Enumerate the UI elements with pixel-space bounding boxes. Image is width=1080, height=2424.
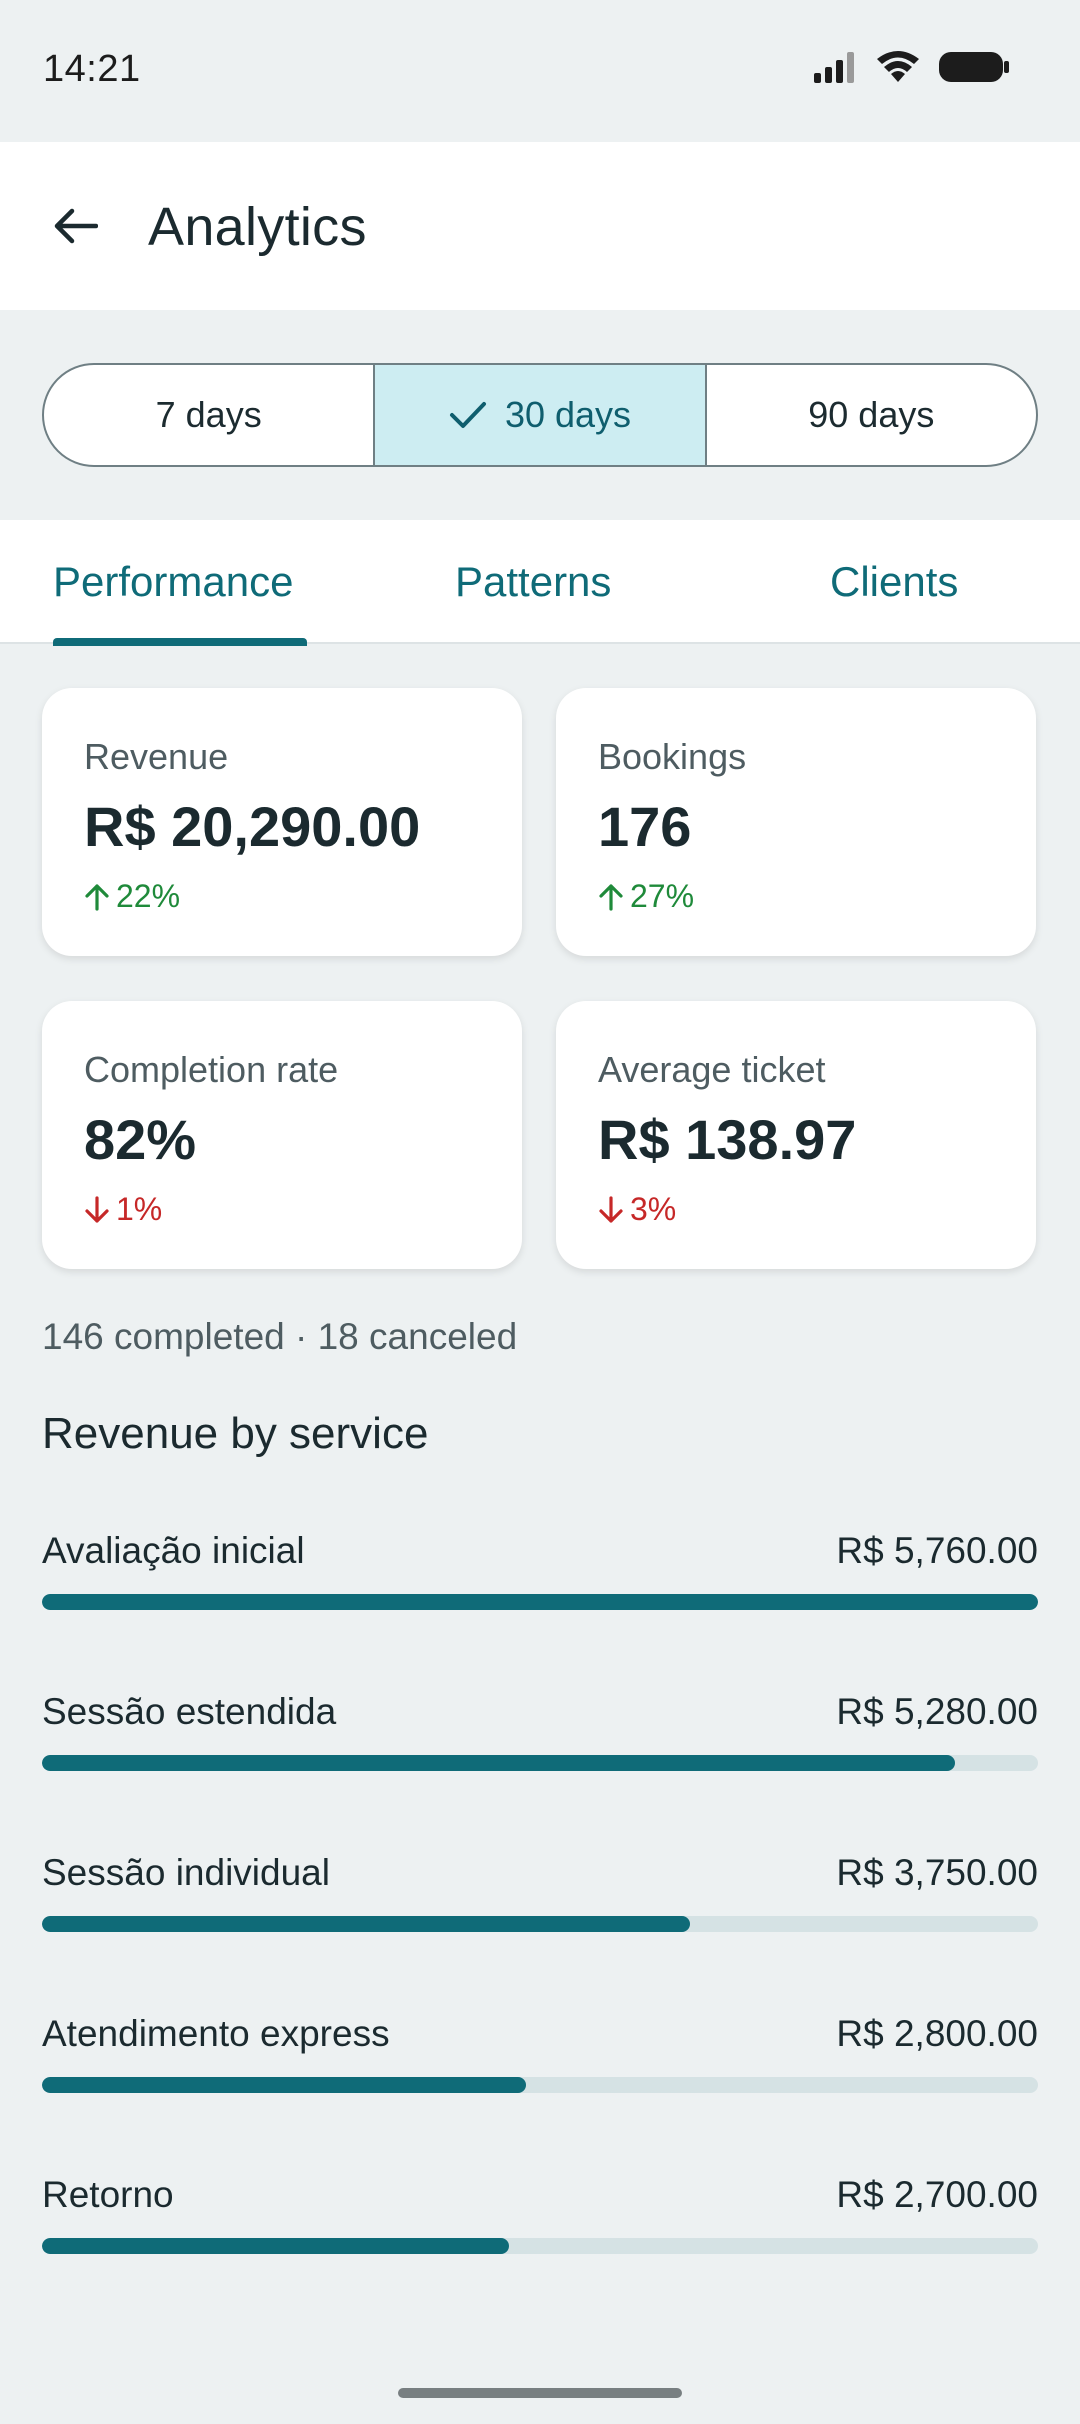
active-tab-indicator [53, 638, 307, 646]
service-amount: R$ 2,800.00 [836, 2013, 1038, 2054]
range-option-30-days[interactable]: 30 days [373, 365, 705, 465]
page-title: Analytics [148, 197, 367, 257]
metric-card-completion-rate: Completion rate 82% 1% [42, 1001, 522, 1269]
wifi-icon [877, 51, 919, 82]
tab-performance[interactable]: Performance [53, 558, 293, 606]
revenue-bar-track [42, 1755, 1038, 1771]
revenue-bar-track [42, 2077, 1038, 2093]
battery-icon [939, 52, 1009, 82]
metric-value: R$ 20,290.00 [84, 795, 421, 858]
revenue-bar-fill [42, 2238, 510, 2254]
tab-patterns[interactable]: Patterns [455, 558, 611, 606]
service-name: Avaliação inicial [42, 1530, 305, 1571]
service-amount: R$ 5,760.00 [836, 1530, 1038, 1571]
service-row: Atendimento express R$ 2,800.00 [42, 2013, 1038, 2123]
metric-delta-value: 22% [116, 878, 181, 914]
metric-value: 82% [84, 1108, 197, 1171]
revenue-bar-fill [42, 1916, 691, 1932]
service-row: Retorno R$ 2,700.00 [42, 2174, 1038, 2284]
metric-label: Average ticket [598, 1049, 826, 1090]
metric-delta: 3% [598, 1191, 676, 1228]
check-icon [449, 402, 486, 428]
arrow-down-icon [85, 1195, 109, 1223]
metric-delta: 1% [84, 1191, 162, 1228]
revenue-bar-track [42, 2238, 1038, 2254]
metric-delta-value: 1% [116, 1191, 163, 1227]
metric-value: 176 [598, 795, 692, 858]
arrow-up-icon [85, 883, 109, 911]
signal-icon [814, 52, 854, 83]
metric-card-bookings: Bookings 176 27% [556, 688, 1036, 956]
status-icons [812, 50, 1010, 84]
tab-bar: Performance Patterns Clients [0, 520, 1080, 646]
range-option-90-days[interactable]: 90 days [704, 365, 1036, 465]
range-option-7-days[interactable]: 7 days [44, 365, 373, 465]
metric-delta-value: 27% [630, 878, 695, 914]
metric-label: Bookings [598, 736, 747, 777]
revenue-bar-fill [42, 1755, 956, 1771]
metric-value: R$ 138.97 [598, 1108, 857, 1171]
revenue-bar-fill [42, 2077, 527, 2093]
arrow-up-icon [599, 883, 623, 911]
tab-clients[interactable]: Clients [830, 558, 958, 606]
status-bar: 14:21 [0, 0, 1080, 142]
status-time: 14:21 [43, 48, 141, 90]
metric-label: Revenue [84, 736, 229, 777]
app-bar: Analytics [0, 142, 1080, 310]
back-button[interactable] [40, 186, 110, 266]
section-title: Revenue by service [42, 1409, 429, 1458]
metric-card-revenue: Revenue R$ 20,290.00 22% [42, 688, 522, 956]
service-name: Sessão individual [42, 1852, 330, 1893]
service-amount: R$ 2,700.00 [836, 2174, 1038, 2215]
arrow-left-icon [54, 208, 98, 244]
arrow-down-icon [599, 1195, 623, 1223]
revenue-bar-fill [42, 1594, 1038, 1610]
revenue-bar-track [42, 1916, 1038, 1932]
date-range-selector: 7 days 30 days 90 days [42, 363, 1038, 467]
service-name: Sessão estendida [42, 1691, 337, 1732]
service-row: Sessão estendida R$ 5,280.00 [42, 1691, 1038, 1801]
range-option-label: 30 days [504, 394, 632, 435]
range-option-label: 90 days [808, 394, 935, 435]
metric-delta: 27% [598, 878, 694, 915]
service-amount: R$ 5,280.00 [836, 1691, 1038, 1732]
home-indicator[interactable] [398, 2388, 682, 2398]
service-row: Sessão individual R$ 3,750.00 [42, 1852, 1038, 1962]
metric-delta: 22% [84, 878, 180, 915]
metric-card-average-ticket: Average ticket R$ 138.97 3% [556, 1001, 1036, 1269]
metric-delta-value: 3% [630, 1191, 677, 1227]
range-option-label: 7 days [155, 394, 262, 435]
metric-label: Completion rate [84, 1049, 339, 1090]
service-name: Retorno [42, 2174, 174, 2215]
bookings-summary: 146 completed · 18 canceled [42, 1316, 518, 1357]
service-row: Avaliação inicial R$ 5,760.00 [42, 1530, 1038, 1640]
service-name: Atendimento express [42, 2013, 390, 2054]
revenue-bar-track [42, 1594, 1038, 1610]
service-amount: R$ 3,750.00 [836, 1852, 1038, 1893]
